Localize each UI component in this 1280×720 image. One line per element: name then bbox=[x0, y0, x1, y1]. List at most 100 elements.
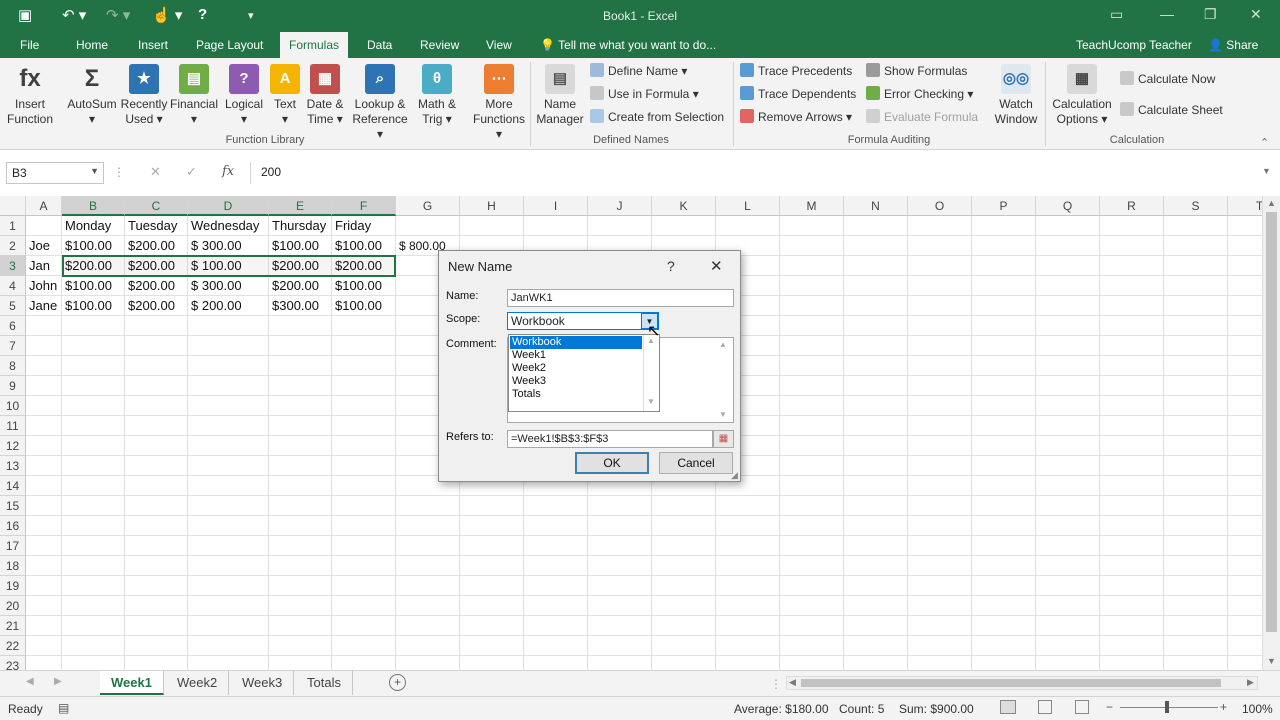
cell-b5[interactable]: $100.00 bbox=[65, 296, 112, 316]
horizontal-scrollbar[interactable]: ◀ ▶ bbox=[786, 676, 1258, 690]
name-manager-button[interactable]: ▤ Name Manager bbox=[534, 64, 586, 127]
column-header-s[interactable]: S bbox=[1164, 196, 1228, 216]
tab-review[interactable]: Review bbox=[420, 38, 459, 52]
row-header-4[interactable]: 4 bbox=[0, 276, 26, 296]
cell-b1[interactable]: Monday bbox=[65, 216, 111, 236]
new-sheet-icon[interactable]: + bbox=[389, 674, 406, 691]
error-checking-button[interactable]: Error Checking ▾ bbox=[866, 84, 973, 104]
column-header-i[interactable]: I bbox=[524, 196, 588, 216]
horizontal-scroll-thumb[interactable] bbox=[801, 679, 1221, 687]
dropdown-scroll-down-icon[interactable]: ▼ bbox=[647, 397, 655, 406]
zoom-in-icon[interactable]: + bbox=[1220, 700, 1227, 714]
page-layout-view-icon[interactable] bbox=[1038, 700, 1052, 714]
calculation-options-button[interactable]: ▦ Calculation Options ▾ bbox=[1050, 64, 1114, 127]
name-input[interactable]: JanWK1 bbox=[507, 289, 734, 307]
comment-scroll-down-icon[interactable]: ▼ bbox=[719, 410, 727, 419]
next-sheet-icon[interactable]: ▶ bbox=[54, 676, 62, 687]
remove-arrows-button[interactable]: Remove Arrows ▾ bbox=[740, 107, 852, 127]
tab-split-handle[interactable]: ⋮ bbox=[770, 677, 782, 691]
use-in-formula-button[interactable]: Use in Formula ▾ bbox=[590, 84, 699, 104]
column-header-c[interactable]: C bbox=[125, 196, 188, 216]
macro-record-icon[interactable]: ▤ bbox=[58, 701, 69, 715]
sheet-tab-totals[interactable]: Totals bbox=[296, 671, 353, 695]
ribbon-display-icon[interactable]: ▭ bbox=[1110, 6, 1123, 23]
column-header-f[interactable]: F bbox=[332, 196, 396, 216]
row-header-22[interactable]: 22 bbox=[0, 636, 26, 656]
function-library-button-8[interactable]: θ Math & Trig ▾ bbox=[412, 64, 462, 127]
resize-grip-icon[interactable]: ◢ bbox=[731, 470, 738, 481]
column-header-n[interactable]: N bbox=[844, 196, 908, 216]
tab-home[interactable]: Home bbox=[76, 38, 108, 52]
function-library-button-5[interactable]: A Text ▾ bbox=[268, 64, 302, 127]
cell-c5[interactable]: $200.00 bbox=[128, 296, 175, 316]
tab-formulas[interactable]: Formulas bbox=[280, 32, 349, 58]
cell-f3[interactable]: $200.00 bbox=[335, 256, 382, 276]
column-header-q[interactable]: Q bbox=[1036, 196, 1100, 216]
refers-to-input[interactable]: =Week1!$B$3:$F$3 bbox=[507, 430, 713, 448]
select-all-corner[interactable] bbox=[0, 196, 26, 216]
maximize-icon[interactable]: ❐ bbox=[1204, 6, 1217, 23]
row-header-20[interactable]: 20 bbox=[0, 596, 26, 616]
row-header-3[interactable]: 3 bbox=[0, 256, 26, 276]
column-header-g[interactable]: G bbox=[396, 196, 460, 216]
column-header-p[interactable]: P bbox=[972, 196, 1036, 216]
function-library-button-3[interactable]: ▤ Financial ▾ bbox=[168, 64, 220, 127]
function-library-button-2[interactable]: ★ Recently Used ▾ bbox=[118, 64, 170, 127]
row-header-2[interactable]: 2 bbox=[0, 236, 26, 256]
normal-view-icon[interactable] bbox=[1000, 700, 1016, 714]
calculate-now-button[interactable]: Calculate Now bbox=[1120, 69, 1215, 89]
row-header-12[interactable]: 12 bbox=[0, 436, 26, 456]
share-button[interactable]: 👤 Share bbox=[1208, 38, 1258, 52]
cell-e3[interactable]: $200.00 bbox=[272, 256, 319, 276]
expand-formula-bar-icon[interactable]: ▼ bbox=[1262, 166, 1271, 176]
tab-data[interactable]: Data bbox=[367, 38, 392, 52]
cell-d5[interactable]: $ 200.00 bbox=[191, 296, 242, 316]
show-formulas-button[interactable]: Show Formulas bbox=[866, 61, 967, 81]
cell-b2[interactable]: $100.00 bbox=[65, 236, 112, 256]
column-header-j[interactable]: J bbox=[588, 196, 652, 216]
scroll-left-icon[interactable]: ◀ bbox=[789, 677, 796, 688]
user-name[interactable]: TeachUcomp Teacher bbox=[1076, 38, 1192, 52]
cancel-entry-icon[interactable]: ✕ bbox=[150, 164, 161, 180]
cell-d3[interactable]: $ 100.00 bbox=[191, 256, 242, 276]
trace-precedents-button[interactable]: Trace Precedents bbox=[740, 61, 852, 81]
scope-option-totals[interactable]: Totals bbox=[510, 388, 642, 401]
cell-d2[interactable]: $ 300.00 bbox=[191, 236, 242, 256]
row-header-16[interactable]: 16 bbox=[0, 516, 26, 536]
row-header-1[interactable]: 1 bbox=[0, 216, 26, 236]
cell-e4[interactable]: $200.00 bbox=[272, 276, 319, 296]
row-header-8[interactable]: 8 bbox=[0, 356, 26, 376]
column-header-o[interactable]: O bbox=[908, 196, 972, 216]
row-header-5[interactable]: 5 bbox=[0, 296, 26, 316]
sheet-tab-week1[interactable]: Week1 bbox=[100, 671, 164, 695]
tab-page-layout[interactable]: Page Layout bbox=[196, 38, 263, 52]
cell-a4[interactable]: John bbox=[29, 276, 57, 296]
tab-view[interactable]: View bbox=[486, 38, 512, 52]
scope-option-week2[interactable]: Week2 bbox=[510, 362, 642, 375]
cell-f4[interactable]: $100.00 bbox=[335, 276, 382, 296]
zoom-slider-thumb[interactable] bbox=[1165, 701, 1169, 713]
evaluate-formula-button[interactable]: Evaluate Formula bbox=[866, 107, 978, 127]
row-header-11[interactable]: 11 bbox=[0, 416, 26, 436]
scope-option-week3[interactable]: Week3 bbox=[510, 375, 642, 388]
tell-me-search[interactable]: 💡 Tell me what you want to do... bbox=[540, 38, 716, 52]
column-header-d[interactable]: D bbox=[188, 196, 269, 216]
cell-f2[interactable]: $100.00 bbox=[335, 236, 382, 256]
insert-function-icon[interactable]: fx bbox=[222, 164, 234, 179]
cell-a3[interactable]: Jan bbox=[29, 256, 50, 276]
column-header-e[interactable]: E bbox=[269, 196, 332, 216]
row-header-13[interactable]: 13 bbox=[0, 456, 26, 476]
function-library-button-9[interactable]: ⋯ More Functions ▾ bbox=[470, 64, 528, 142]
scroll-right-icon[interactable]: ▶ bbox=[1247, 677, 1254, 688]
scope-select[interactable]: Workbook ▼ bbox=[507, 312, 659, 330]
sheet-tab-week3[interactable]: Week3 bbox=[231, 671, 295, 695]
comment-scroll-up-icon[interactable]: ▲ bbox=[719, 340, 727, 349]
define-name-button[interactable]: Define Name ▾ bbox=[590, 61, 687, 81]
formula-input[interactable]: 200 bbox=[250, 162, 1274, 184]
cell-e2[interactable]: $100.00 bbox=[272, 236, 319, 256]
vertical-scrollbar[interactable]: ▲ ▼ bbox=[1262, 196, 1280, 670]
zoom-out-icon[interactable]: − bbox=[1106, 700, 1113, 714]
cell-e1[interactable]: Thursday bbox=[272, 216, 326, 236]
zoom-slider[interactable] bbox=[1120, 707, 1218, 708]
column-header-r[interactable]: R bbox=[1100, 196, 1164, 216]
